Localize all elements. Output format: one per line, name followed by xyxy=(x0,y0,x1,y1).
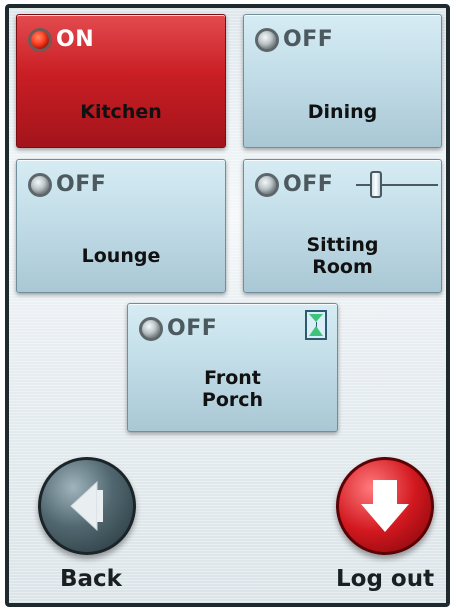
logout-button[interactable] xyxy=(336,457,434,555)
back-label[interactable]: Back xyxy=(60,566,122,592)
hourglass-top-sand xyxy=(309,314,323,322)
logout-label[interactable]: Log out xyxy=(336,566,434,592)
zone-tile-dining[interactable]: OFF Dining xyxy=(243,14,442,148)
zone-status-text: OFF xyxy=(283,172,334,197)
arrow-left-icon xyxy=(70,480,103,532)
hourglass-icon[interactable] xyxy=(305,310,327,340)
zone-tile-lounge[interactable]: OFF Lounge xyxy=(16,159,226,293)
arrow-down-icon xyxy=(361,480,409,532)
bulb-icon xyxy=(139,316,163,341)
zone-status: OFF xyxy=(28,172,106,197)
zone-status: OFF xyxy=(139,316,217,341)
zone-tile-kitchen[interactable]: ON Kitchen xyxy=(16,14,226,148)
dimmer-slider[interactable] xyxy=(356,171,438,198)
back-button[interactable] xyxy=(38,457,136,555)
zone-status: OFF xyxy=(255,172,333,197)
control-screen: ON Kitchen OFF Dining OFF Lounge OFF Sit… xyxy=(5,4,450,607)
bulb-icon xyxy=(28,172,52,197)
slider-icon[interactable] xyxy=(370,171,382,198)
zone-label: Kitchen xyxy=(80,101,162,123)
bulb-icon xyxy=(255,27,279,52)
zone-status-text: OFF xyxy=(167,316,218,341)
zone-tile-sitting-room[interactable]: OFF Sitting Room xyxy=(243,159,442,293)
zone-status-text: ON xyxy=(56,27,95,52)
zone-label: Sitting Room xyxy=(306,234,379,278)
zone-status-text: OFF xyxy=(283,27,334,52)
zone-status-text: OFF xyxy=(56,172,107,197)
zone-label: Dining xyxy=(307,101,378,123)
zone-tile-front-porch[interactable]: OFF Front Porch xyxy=(127,303,338,432)
zone-status: OFF xyxy=(255,27,333,52)
hourglass-bottom-sand xyxy=(309,326,323,336)
bulb-icon xyxy=(28,27,52,52)
zone-status: ON xyxy=(28,27,94,52)
zone-label: Lounge xyxy=(81,245,161,267)
zone-label: Front Porch xyxy=(201,367,264,411)
bulb-icon xyxy=(255,172,279,197)
